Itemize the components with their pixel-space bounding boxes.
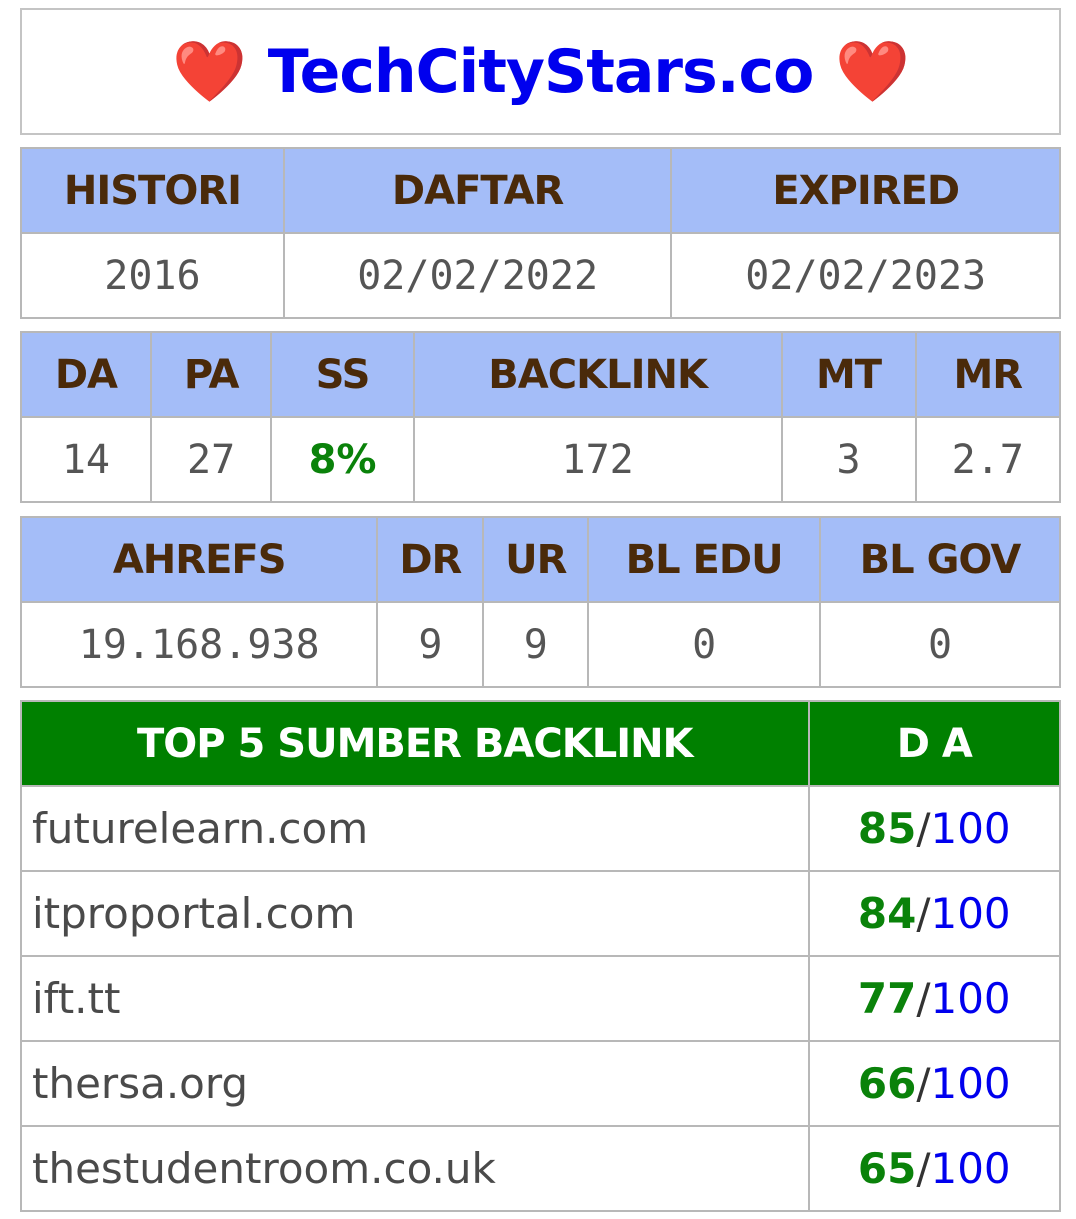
value-backlink: 172 [412, 416, 783, 503]
da-max: 100 [930, 1059, 1011, 1108]
backlink-da: 66/100 [807, 1040, 1062, 1127]
da-value: 65 [857, 1144, 917, 1193]
site-title: ❤️ TechCityStars.co ❤️ [150, 36, 931, 108]
backlink-da: 85/100 [807, 785, 1062, 872]
table-row: thersa.org 66/100 [20, 1040, 1062, 1127]
value-expired: 02/02/2023 [670, 232, 1061, 319]
header-bl-edu: BL EDU [587, 516, 821, 603]
backlink-site: itproportal.com [20, 870, 810, 957]
da-max: 100 [930, 889, 1011, 938]
da-max: 100 [930, 1144, 1011, 1193]
da-max: 100 [930, 804, 1011, 853]
da-slash: / [916, 1144, 931, 1193]
header-mt: MT [780, 331, 917, 418]
header-da-score: D A [807, 700, 1062, 787]
top-backlinks-table: TOP 5 SUMBER BACKLINK D A futurelearn.co… [20, 700, 1062, 1212]
value-bl-gov: 0 [818, 601, 1062, 688]
da-value: 84 [857, 889, 917, 938]
ahrefs-metrics-table: AHREFS DR UR BL EDU BL GOV 19.168.938 9 … [19, 516, 1062, 688]
domain-info-table: HISTORI DAFTAR EXPIRED 2016 02/02/2022 0… [20, 147, 1061, 319]
backlink-da: 65/100 [807, 1125, 1062, 1212]
value-da: 14 [20, 416, 152, 503]
backlink-site: ift.tt [20, 955, 810, 1042]
value-mt: 3 [780, 416, 917, 503]
value-ahrefs: 19.168.938 [19, 601, 379, 688]
da-slash: / [916, 804, 931, 853]
moz-metrics-table: DA PA SS BACKLINK MT MR 14 27 8% 172 3 2… [20, 331, 1062, 503]
backlink-site: futurelearn.com [20, 785, 810, 872]
da-value: 85 [857, 804, 917, 853]
table-row: futurelearn.com 85/100 [20, 785, 1062, 872]
backlink-da: 84/100 [807, 870, 1062, 957]
backlink-site: thestudentroom.co.uk [20, 1125, 810, 1212]
backlink-da: 77/100 [807, 955, 1062, 1042]
da-value: 77 [857, 974, 917, 1023]
backlink-site: thersa.org [20, 1040, 810, 1127]
da-slash: / [916, 889, 931, 938]
value-bl-edu: 0 [587, 601, 821, 688]
header-backlink: BACKLINK [412, 331, 783, 418]
heart-icon: ❤️ [171, 37, 247, 107]
header-dr: DR [376, 516, 485, 603]
value-histori: 2016 [20, 232, 285, 319]
value-daftar: 02/02/2022 [282, 232, 673, 319]
header-daftar: DAFTAR [282, 147, 673, 234]
table-row: ift.tt 77/100 [20, 955, 1062, 1042]
header-expired: EXPIRED [670, 147, 1061, 234]
header-pa: PA [149, 331, 273, 418]
heart-icon: ❤️ [835, 37, 910, 107]
header-bl-gov: BL GOV [818, 516, 1062, 603]
value-ss: 8% [270, 416, 415, 503]
title-banner: ❤️ TechCityStars.co ❤️ [20, 8, 1061, 135]
header-ss: SS [270, 331, 415, 418]
value-pa: 27 [149, 416, 273, 503]
header-mr: MR [914, 331, 1062, 418]
table-row: thestudentroom.co.uk 65/100 [20, 1125, 1062, 1212]
da-slash: / [916, 1059, 931, 1108]
table-row: itproportal.com 84/100 [20, 870, 1062, 957]
value-dr: 9 [376, 601, 485, 688]
header-top-sources: TOP 5 SUMBER BACKLINK [20, 700, 810, 787]
header-da: DA [20, 331, 152, 418]
da-value: 66 [857, 1059, 917, 1108]
da-max: 100 [930, 974, 1011, 1023]
value-mr: 2.7 [914, 416, 1062, 503]
da-slash: / [916, 974, 931, 1023]
header-ur: UR [482, 516, 590, 603]
site-name: TechCityStars.co [267, 36, 815, 107]
header-histori: HISTORI [20, 147, 285, 234]
value-ur: 9 [482, 601, 590, 688]
header-ahrefs: AHREFS [19, 516, 379, 603]
